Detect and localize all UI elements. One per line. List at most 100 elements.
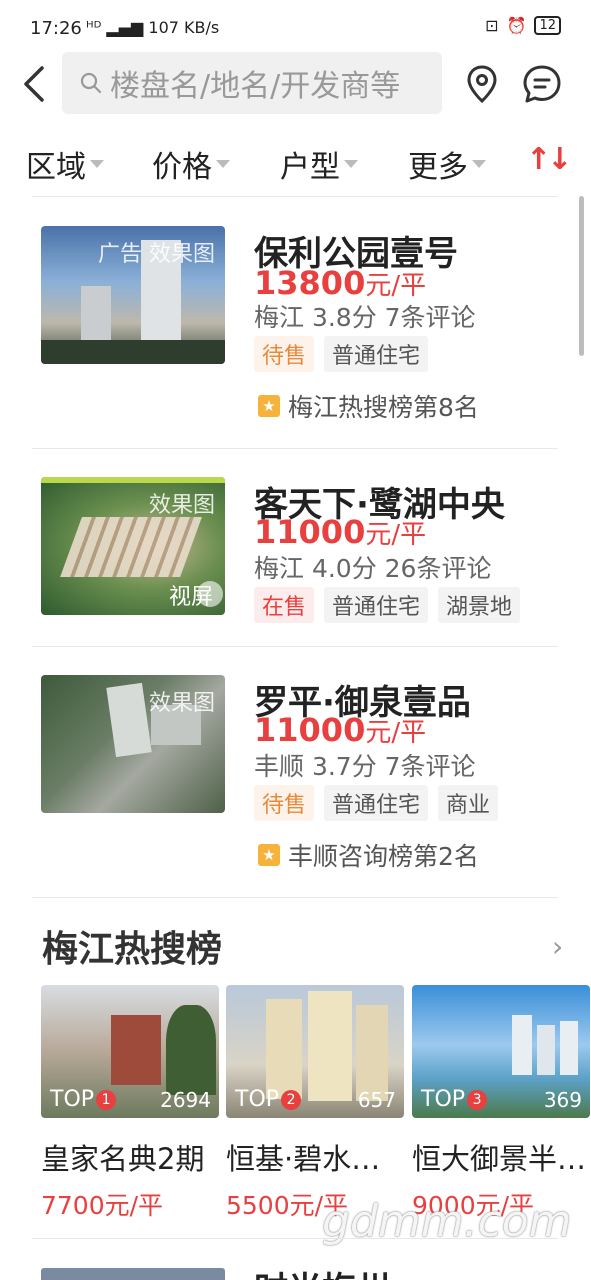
divider [32, 448, 558, 449]
header: 楼盘名/地名/开发商等 [0, 52, 591, 118]
chevron-right-icon[interactable]: › [552, 930, 563, 963]
top-label: TOP 1 [50, 1087, 117, 1112]
hot-card-image: TOP 1 2694 [41, 985, 219, 1118]
tag-feature: 商业 [438, 785, 499, 821]
top-label: TOP 2 [235, 1087, 302, 1112]
ground-shape [41, 340, 225, 364]
rank-badge-number: 2 [281, 1089, 302, 1110]
caret-down-icon [472, 160, 486, 168]
location-pin-icon[interactable] [466, 64, 498, 104]
hot-card-price: 7700元/平 [41, 1191, 164, 1220]
play-icon[interactable] [197, 581, 223, 607]
listing-price: 13800元/平 [254, 264, 426, 302]
tag-feature: 湖景地 [438, 587, 521, 623]
star-icon: ★ [258, 844, 280, 866]
rank-badge-number: 3 [467, 1089, 488, 1110]
filter-price[interactable]: 价格 [152, 142, 230, 186]
network-speed-text: 107 KB/s [148, 18, 220, 37]
hot-card[interactable]: TOP 2 657 恒基·碧水… 5500元/平 [226, 985, 404, 1222]
filter-more[interactable]: 更多 [408, 142, 486, 186]
hot-card-image: TOP 3 369 [412, 985, 590, 1118]
signal-icon: ᴴᴰ ▂▄▆ [86, 18, 149, 37]
listing-image-peek [41, 1268, 225, 1280]
image-tag: 广告 效果图 [98, 242, 215, 267]
listing-tags: 待售 普通住宅 商业 [254, 785, 499, 821]
listing-price: 11000元/平 [254, 513, 426, 551]
listing-price: 11000元/平 [254, 711, 426, 749]
tag-type: 普通住宅 [324, 336, 429, 372]
filter-region-label: 区域 [26, 150, 86, 185]
back-arrow-icon[interactable] [20, 64, 50, 104]
listing-tags: 在售 普通住宅 湖景地 [254, 587, 521, 623]
search-count: 2694 [160, 1088, 211, 1112]
listing-meta: 丰顺 3.7分 7条评论 [254, 752, 476, 781]
hot-card-name: 恒基·碧水… [226, 1142, 381, 1176]
rank-badge[interactable]: ★ 梅江热搜榜第8名 [258, 388, 479, 424]
rank-badge-number: 1 [96, 1089, 117, 1110]
filter-price-label: 价格 [152, 150, 212, 185]
banner-strip [41, 477, 225, 483]
gate-shape [111, 1015, 161, 1085]
divider [32, 196, 558, 197]
hot-card[interactable]: TOP 1 2694 皇家名典2期 7700元/平 [41, 985, 219, 1222]
hot-card[interactable]: TOP 3 369 恒大御景半… 9000元/平 [412, 985, 590, 1222]
listing-name-peek: 时光梅州 [254, 1262, 390, 1280]
building-shape [512, 1015, 532, 1075]
price-value: 11000 [254, 711, 366, 749]
status-right: ⊡ ⏰ 12 [485, 16, 561, 35]
hot-card-name: 皇家名典2期 [41, 1142, 205, 1176]
price-unit: 元/平 [365, 271, 427, 301]
sort-icon[interactable]: ↑↓ [526, 142, 572, 177]
listing-meta: 梅江 4.0分 26条评论 [254, 554, 492, 583]
building-shape [560, 1021, 578, 1075]
scrollbar[interactable] [579, 196, 584, 356]
top-text: TOP [421, 1087, 466, 1112]
filter-region[interactable]: 区域 [26, 142, 104, 186]
hot-card-image: TOP 2 657 [226, 985, 404, 1118]
status-time: 17:26 [30, 18, 82, 39]
search-icon [80, 72, 102, 94]
section-title: 梅江热搜榜 [42, 929, 223, 970]
building-shape [106, 682, 152, 758]
price-unit: 元/平 [365, 520, 427, 550]
price-value: 11000 [254, 513, 366, 551]
search-count: 369 [543, 1088, 582, 1112]
top-text: TOP [50, 1087, 95, 1112]
image-tag: 效果图 [148, 493, 215, 518]
building-shape [537, 1025, 555, 1075]
listing-image: 效果图 [41, 675, 225, 813]
rank-text: 梅江热搜榜第8名 [288, 393, 479, 422]
price-unit: 元/平 [365, 718, 427, 748]
tag-status: 待售 [254, 785, 315, 821]
rank-text: 丰顺咨询榜第2名 [288, 842, 479, 871]
tag-type: 普通住宅 [324, 587, 429, 623]
hot-card-name: 恒大御景半… [412, 1142, 587, 1176]
tag-status: 在售 [254, 587, 315, 623]
search-placeholder: 楼盘名/地名/开发商等 [110, 69, 401, 104]
divider [32, 646, 558, 647]
search-count: 657 [357, 1088, 396, 1112]
rank-badge[interactable]: ★ 丰顺咨询榜第2名 [258, 837, 479, 873]
caret-down-icon [90, 160, 104, 168]
listing-meta: 梅江 3.8分 7条评论 [254, 303, 476, 332]
building-shape [308, 991, 352, 1101]
filter-layout-label: 户型 [280, 150, 340, 185]
image-tag: 效果图 [148, 691, 215, 716]
filter-more-label: 更多 [408, 150, 468, 185]
message-icon[interactable] [522, 64, 562, 104]
lock-icon: ⊡ [485, 16, 499, 35]
caret-down-icon [344, 160, 358, 168]
building-shape [266, 999, 302, 1099]
tag-status: 待售 [254, 336, 315, 372]
alarm-icon: ⏰ [506, 16, 527, 35]
divider [32, 897, 558, 898]
top-label: TOP 3 [421, 1087, 488, 1112]
watermark: gdmm.com [322, 1196, 572, 1247]
star-icon: ★ [258, 395, 280, 417]
listing-image: 效果图 视屏 [41, 477, 225, 615]
tree-shape [166, 1005, 216, 1095]
battery-icon: 12 [534, 16, 561, 35]
filter-layout[interactable]: 户型 [280, 142, 358, 186]
network-speed: ᴴᴰ ▂▄▆ 107 KB/s [86, 18, 219, 37]
search-input[interactable]: 楼盘名/地名/开发商等 [62, 52, 442, 114]
